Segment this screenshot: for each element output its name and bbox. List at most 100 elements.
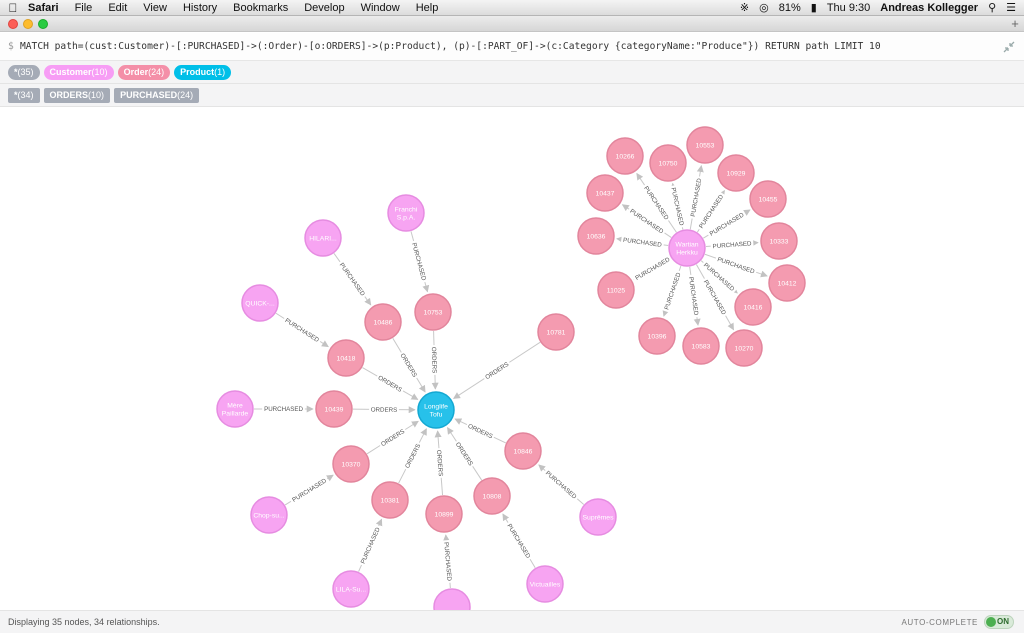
relationship-edge[interactable]: PURCHASED	[409, 231, 430, 293]
relationship-edge[interactable]: PURCHASED	[333, 253, 372, 306]
customer-node[interactable]: Suprêmes	[579, 498, 617, 536]
relationship-edge[interactable]: PURCHASED	[705, 238, 759, 250]
order-node[interactable]: 10583	[682, 327, 720, 365]
order-node[interactable]: 10808	[473, 477, 511, 515]
autocomplete-toggle[interactable]: ON	[984, 615, 1014, 629]
menu-history[interactable]: History	[175, 2, 225, 14]
menu-user[interactable]: Andreas Kollegger	[880, 2, 978, 14]
customer-node[interactable]: MèrePaillarde	[216, 390, 254, 428]
order-node[interactable]: 10270	[725, 329, 763, 367]
rel-all-pill[interactable]: * (34)	[8, 87, 40, 103]
order-node[interactable]: 10553	[686, 126, 724, 164]
node-label: 10846	[514, 449, 533, 456]
menu-bookmarks[interactable]: Bookmarks	[225, 2, 296, 14]
order-node[interactable]: 10381	[371, 481, 409, 519]
order-node[interactable]: 10370	[332, 445, 370, 483]
node-label: Victuailles	[530, 582, 561, 589]
menu-develop[interactable]: Develop	[296, 2, 352, 14]
order-node[interactable]: 10929	[717, 154, 755, 192]
order-node[interactable]: 10899	[425, 495, 463, 533]
relationship-edge[interactable]: PURCHASED	[275, 312, 329, 348]
customer-node[interactable]	[433, 588, 471, 610]
order-node[interactable]: 10753	[414, 293, 452, 331]
battery-icon[interactable]: ▮	[811, 1, 817, 14]
label-customer-pill[interactable]: Customer (10)	[43, 64, 114, 80]
label-all-pill[interactable]: * (35)	[8, 64, 40, 80]
customer-node[interactable]: HILARI...	[304, 219, 342, 257]
order-node[interactable]: 10439	[315, 390, 353, 428]
rel-purchased-pill[interactable]: PURCHASED (24)	[114, 87, 200, 103]
relationship-edge[interactable]: ORDERS	[453, 341, 541, 399]
collapse-icon[interactable]	[1002, 40, 1016, 54]
zoom-window-button[interactable]	[38, 19, 48, 29]
query-text[interactable]: MATCH path=(cust:Customer)-[:PURCHASED]-…	[20, 41, 881, 52]
customer-node[interactable]: WartianHerkku	[668, 229, 706, 267]
relationship-edge[interactable]: PURCHASED	[661, 265, 683, 317]
query-editor[interactable]: $ MATCH path=(cust:Customer)-[:PURCHASED…	[0, 33, 1024, 61]
menu-file[interactable]: File	[67, 2, 101, 14]
relationship-edge[interactable]: PURCHASED	[284, 474, 334, 506]
relationship-edge[interactable]: PURCHASED	[686, 266, 701, 326]
relationship-edge[interactable]: PURCHASED	[502, 513, 536, 568]
graph-svg[interactable]: PURCHASED PURCHASEDPURCHASEDPURCHASEDPURC…	[0, 107, 1024, 610]
order-node[interactable]: 10412	[768, 264, 806, 302]
battery-percent[interactable]: 81%	[779, 2, 801, 14]
relationship-edge[interactable]: PURCHASED	[631, 254, 673, 283]
new-tab-plus-icon[interactable]: +	[1008, 17, 1022, 31]
node-label: S.p.A.	[397, 215, 416, 222]
apple-icon[interactable]: 	[0, 1, 26, 15]
wifi-icon[interactable]: ◎	[759, 1, 769, 14]
graph-canvas[interactable]: PURCHASED PURCHASED PURCHASED PURCHASED PURC…	[0, 107, 1024, 610]
menu-clock[interactable]: Thu 9:30	[827, 2, 870, 14]
node-label: 10381	[381, 498, 400, 505]
relationship-edge[interactable]: PURCHASED	[442, 534, 454, 589]
relationship-edge[interactable]: PURCHASED	[616, 235, 669, 249]
rel-orders-pill[interactable]: ORDERS (10)	[43, 87, 111, 103]
relationship-edge[interactable]: ORDERS	[398, 428, 427, 484]
menu-view[interactable]: View	[135, 2, 175, 14]
relationship-edge[interactable]: ORDERS	[447, 427, 483, 481]
order-node[interactable]: 10750	[649, 144, 687, 182]
label-order-pill[interactable]: Order (24)	[117, 64, 171, 80]
customer-node[interactable]: Chop-su...	[250, 496, 288, 534]
relationship-edge[interactable]: ORDERS	[366, 420, 419, 455]
customer-node[interactable]: Victuailles	[526, 565, 564, 603]
relationship-edge[interactable]: ORDERS	[454, 418, 507, 444]
spotlight-icon[interactable]: ⚲	[988, 1, 996, 14]
menu-window[interactable]: Window	[353, 2, 408, 14]
order-node[interactable]: 10636	[577, 217, 615, 255]
bluetooth-icon[interactable]: ※	[740, 1, 749, 14]
order-node[interactable]: 10416	[734, 288, 772, 326]
order-node[interactable]: 10846	[504, 432, 542, 470]
relationship-edge[interactable]: ORDERS	[430, 330, 439, 390]
minimize-window-button[interactable]	[23, 19, 33, 29]
label-product-pill[interactable]: Product (1)	[174, 64, 232, 80]
edge-label: PURCHASED	[410, 242, 427, 282]
customer-node[interactable]: LILA-Su...	[332, 570, 370, 608]
menu-help[interactable]: Help	[408, 2, 447, 14]
customer-node-circle[interactable]	[433, 588, 471, 610]
relationship-edge[interactable]: ORDERS	[352, 405, 416, 414]
relationship-edge[interactable]: PURCHASED	[669, 182, 687, 230]
relationship-edge[interactable]: PURCHASED	[254, 405, 314, 413]
notification-center-icon[interactable]: ☰	[1006, 1, 1016, 14]
order-node[interactable]: 10333	[760, 222, 798, 260]
order-node[interactable]: 10266	[606, 137, 644, 175]
relationship-edge[interactable]: PURCHASED	[538, 464, 585, 505]
close-window-button[interactable]	[8, 19, 18, 29]
order-node[interactable]: 10781	[537, 313, 575, 351]
order-node[interactable]: 10418	[327, 339, 365, 377]
relationship-edge[interactable]: PURCHASED	[357, 518, 383, 572]
autocomplete-label: AUTO-COMPLETE	[901, 617, 978, 627]
menu-app-safari[interactable]: Safari	[26, 2, 67, 14]
order-node[interactable]: 10455	[749, 180, 787, 218]
order-node[interactable]: 10437	[586, 174, 624, 212]
menu-edit[interactable]: Edit	[100, 2, 135, 14]
order-node[interactable]: 10486	[364, 303, 402, 341]
relationship-edge[interactable]: ORDERS	[434, 430, 446, 496]
customer-node[interactable]: FranchiS.p.A.	[387, 194, 425, 232]
order-node[interactable]: 11025	[597, 271, 635, 309]
product-node[interactable]: LonglifeTofu	[417, 391, 455, 429]
customer-node[interactable]: QUICK-...	[241, 284, 279, 322]
order-node[interactable]: 10396	[638, 317, 676, 355]
